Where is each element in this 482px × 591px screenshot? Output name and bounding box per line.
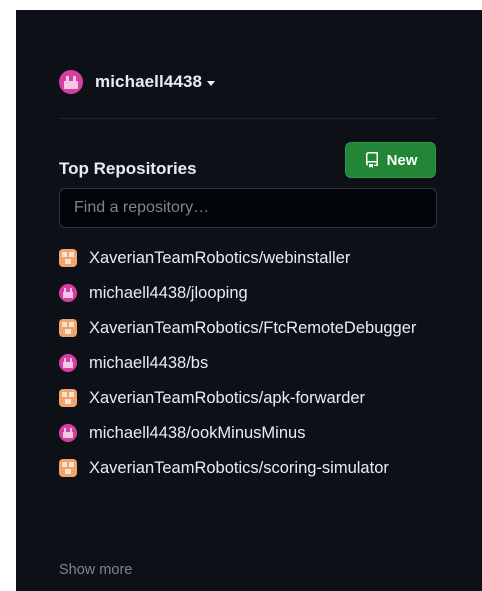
- user-avatar: [59, 284, 77, 302]
- new-button-label: New: [386, 151, 418, 169]
- section-title: Top Repositories: [59, 159, 197, 178]
- repo-link[interactable]: michaell4438/bs: [89, 352, 439, 374]
- user-avatar: [59, 70, 83, 94]
- repo-icon: [364, 152, 380, 168]
- org-avatar: [59, 389, 77, 407]
- show-more-link[interactable]: Show more: [59, 562, 132, 578]
- list-item: michaell4438/bs: [59, 352, 444, 374]
- find-repository-input[interactable]: [59, 188, 437, 228]
- repo-link[interactable]: XaverianTeamRobotics/scoring-simulator: [89, 457, 439, 479]
- org-avatar: [59, 319, 77, 337]
- repo-link[interactable]: XaverianTeamRobotics/webinstaller: [89, 247, 439, 269]
- context-switcher[interactable]: michaell4438: [59, 63, 216, 101]
- list-item: XaverianTeamRobotics/scoring-simulator: [59, 457, 444, 479]
- repo-link[interactable]: XaverianTeamRobotics/FtcRemoteDebugger: [89, 317, 439, 339]
- repo-link[interactable]: XaverianTeamRobotics/apk-forwarder: [89, 387, 439, 409]
- list-item: michaell4438/ookMinusMinus: [59, 422, 444, 444]
- org-avatar: [59, 459, 77, 477]
- list-item: XaverianTeamRobotics/apk-forwarder: [59, 387, 444, 409]
- org-avatar: [59, 249, 77, 267]
- new-repository-button[interactable]: New: [345, 142, 436, 178]
- user-avatar: [59, 424, 77, 442]
- repo-link[interactable]: michaell4438/jlooping: [89, 282, 439, 304]
- user-avatar: [59, 354, 77, 372]
- repo-link[interactable]: michaell4438/ookMinusMinus: [89, 422, 439, 444]
- repository-list: XaverianTeamRobotics/webinstaller michae…: [59, 247, 444, 492]
- dashboard-sidebar: michaell4438 Top Repositories New Xaveri…: [16, 10, 482, 591]
- divider: [59, 118, 437, 119]
- chevron-down-icon: [207, 80, 216, 86]
- user-name: michaell4438: [95, 72, 203, 91]
- list-item: michaell4438/jlooping: [59, 282, 444, 304]
- list-item: XaverianTeamRobotics/FtcRemoteDebugger: [59, 317, 444, 339]
- list-item: XaverianTeamRobotics/webinstaller: [59, 247, 444, 269]
